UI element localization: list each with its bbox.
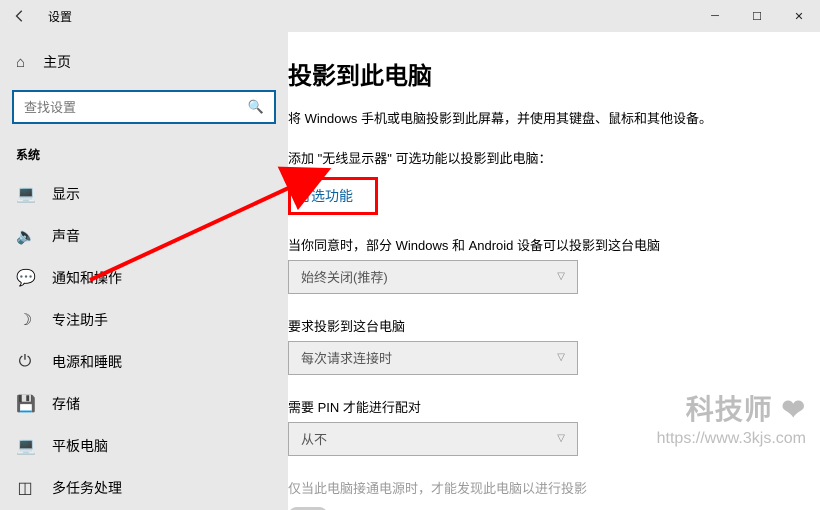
sidebar-item-tablet[interactable]: 💻 平板电脑	[0, 425, 288, 467]
optional-features-link[interactable]: 可选功能	[297, 188, 353, 204]
request-projection-dropdown[interactable]: 每次请求连接时 ▽	[288, 341, 578, 375]
page-description: 将 Windows 手机或电脑投影到此屏幕，并使用其键盘、鼠标和其他设备。	[288, 109, 718, 130]
search-icon: 🔍	[248, 99, 264, 115]
storage-icon: 💾	[16, 394, 34, 414]
back-button[interactable]	[0, 0, 40, 32]
chevron-down-icon: ▽	[557, 271, 565, 282]
sidebar-item-notifications[interactable]: 💬 通知和操作	[0, 257, 288, 299]
sidebar-item-multitask[interactable]: ◫ 多任务处理	[0, 467, 288, 509]
request-projection-label: 要求投影到这台电脑	[288, 316, 790, 335]
chevron-down-icon: ▽	[557, 433, 565, 444]
projection-consent-label: 当你同意时，部分 Windows 和 Android 设备可以投影到这台电脑	[288, 235, 790, 254]
minimize-button[interactable]: ─	[694, 0, 736, 32]
add-feature-text: 添加 "无线显示器" 可选功能以投影到此电脑：	[288, 148, 790, 167]
power-note: 仅当此电脑接通电源时，才能发现此电脑以进行投影	[288, 478, 790, 497]
multitask-icon: ◫	[16, 478, 34, 498]
close-button[interactable]: ✕	[778, 0, 820, 32]
watermark: 科技师 ❤ https://www.3kjs.com	[657, 388, 806, 448]
notify-icon: 💬	[16, 268, 34, 288]
sound-icon: 🔈	[16, 226, 34, 246]
optional-features-highlight: 可选功能	[288, 177, 378, 215]
window-title: 设置	[48, 8, 72, 25]
home-label: 主页	[43, 52, 71, 72]
sidebar-item-sound[interactable]: 🔈 声音	[0, 215, 288, 257]
section-header: 系统	[0, 140, 288, 173]
sidebar-item-focus[interactable]: ☽ 专注助手	[0, 299, 288, 341]
page-title: 投影到此电脑	[288, 56, 790, 91]
maximize-button[interactable]: ☐	[736, 0, 778, 32]
home-icon: ⌂	[16, 54, 25, 71]
display-icon: 💻	[16, 184, 34, 204]
tablet-icon: 💻	[16, 436, 34, 456]
sidebar-item-power[interactable]: ⏻ 电源和睡眠	[0, 341, 288, 383]
dropdown-value: 始终关闭(推荐)	[301, 267, 388, 286]
dropdown-value: 每次请求连接时	[301, 348, 392, 367]
sidebar: ⌂ 主页 🔍 系统 💻 显示 🔈 声音 💬 通知和操作 ☽ 专注助手 ⏻ 电源和…	[0, 32, 288, 510]
sidebar-item-storage[interactable]: 💾 存储	[0, 383, 288, 425]
chevron-down-icon: ▽	[557, 352, 565, 363]
power-icon: ⏻	[16, 353, 34, 371]
sidebar-item-display[interactable]: 💻 显示	[0, 173, 288, 215]
dropdown-value: 从不	[301, 429, 327, 448]
sidebar-home[interactable]: ⌂ 主页	[0, 42, 288, 82]
heart-icon: ❤	[782, 394, 806, 425]
projection-consent-dropdown[interactable]: 始终关闭(推荐) ▽	[288, 260, 578, 294]
focus-icon: ☽	[16, 310, 34, 330]
search-input[interactable]	[24, 100, 248, 115]
search-box[interactable]: 🔍	[12, 90, 276, 124]
pin-required-dropdown[interactable]: 从不 ▽	[288, 422, 578, 456]
